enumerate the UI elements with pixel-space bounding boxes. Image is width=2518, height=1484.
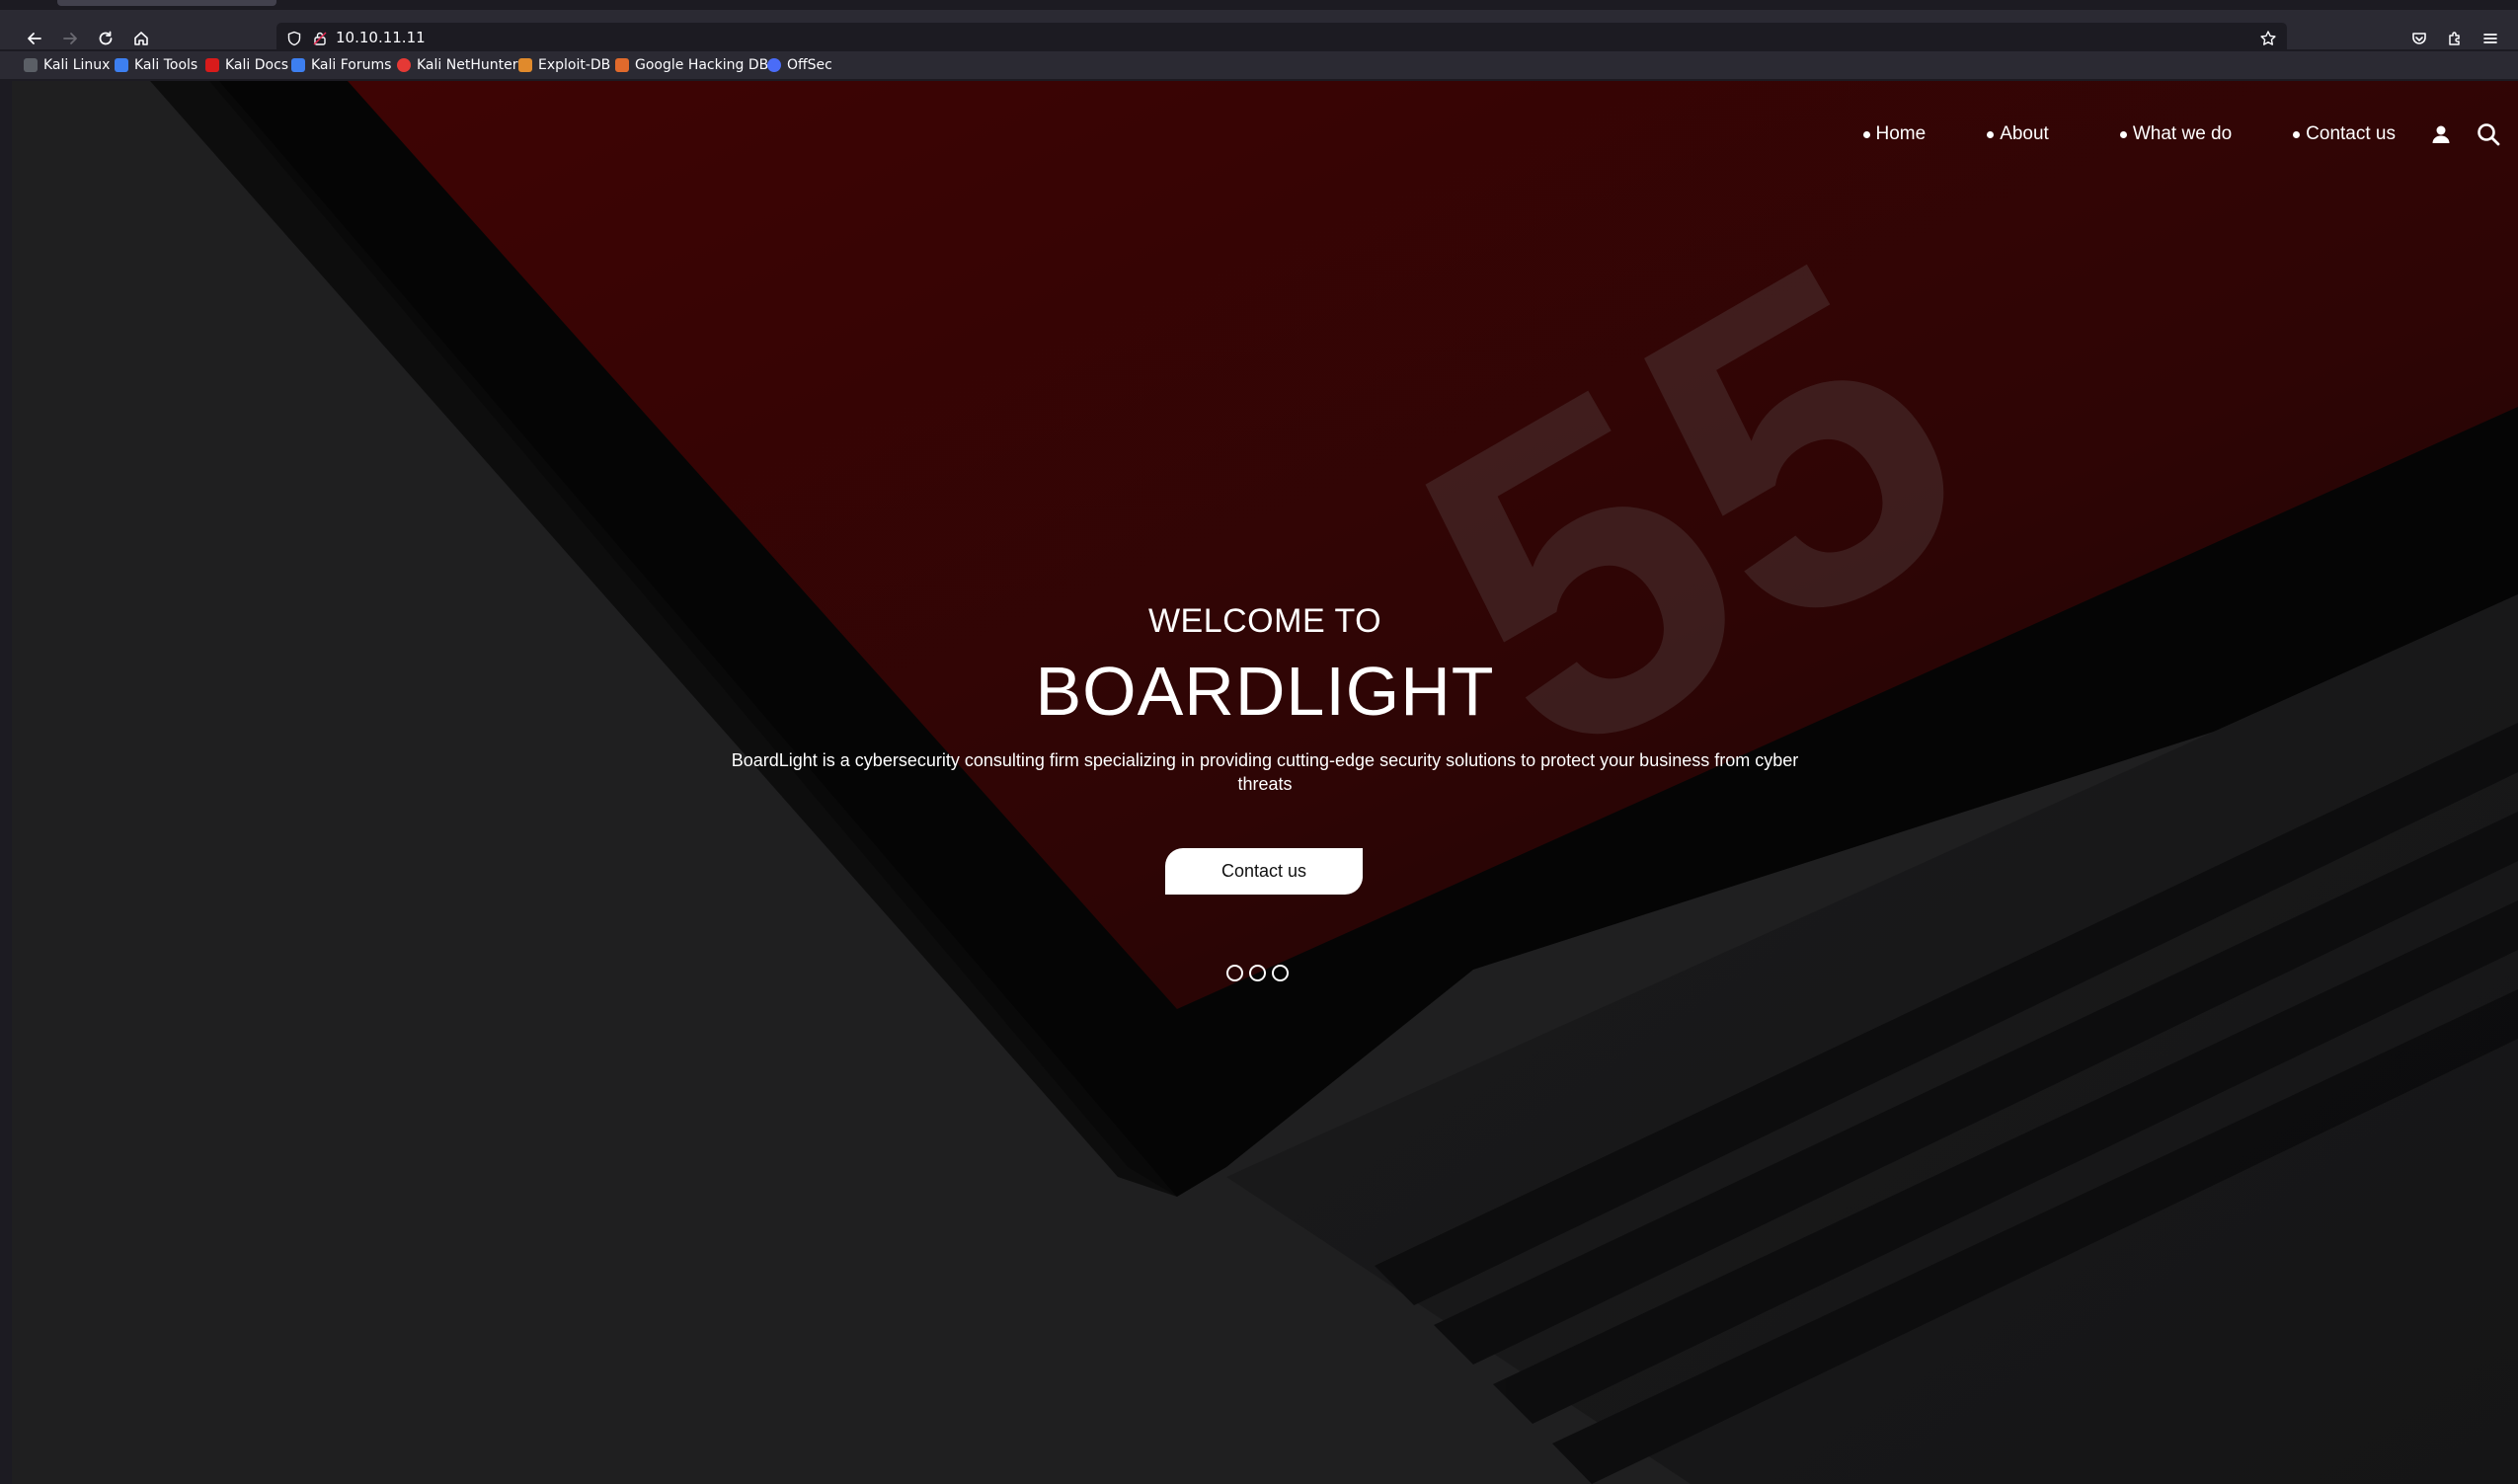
carousel-dot-1[interactable] [1226, 965, 1243, 981]
url-text[interactable]: 10.10.11.11 [336, 29, 426, 46]
nav-home-label: Home [1875, 123, 1927, 144]
extensions-button[interactable] [2442, 26, 2468, 51]
kali-tools-icon [115, 58, 128, 72]
nav-about-label: About [2000, 123, 2049, 144]
shield-icon[interactable] [286, 31, 302, 46]
bullet-icon [1987, 130, 1995, 138]
carousel-indicators [1226, 965, 1289, 981]
user-account-button[interactable] [2431, 124, 2451, 144]
pocket-button[interactable] [2406, 26, 2432, 51]
user-icon [2432, 125, 2450, 143]
kali-dragon-icon [24, 58, 38, 72]
bookmark-label: Exploit-DB [538, 57, 611, 73]
carousel-dot-2[interactable] [1249, 965, 1266, 981]
hero-welcome-text: WELCOME TO [1147, 602, 1382, 640]
forward-button[interactable] [57, 26, 83, 51]
forward-arrow-icon [63, 33, 77, 44]
nav-about[interactable]: About [1987, 123, 2049, 145]
back-arrow-icon [28, 33, 41, 44]
menu-button[interactable] [2478, 26, 2503, 51]
exploit-db-icon [518, 58, 532, 72]
nav-home[interactable]: Home [1862, 123, 1927, 145]
bookmark-offsec[interactable]: OffSec [767, 56, 832, 74]
browser-toolbar: 10.10.11.11 [0, 10, 2518, 54]
active-tab[interactable] [57, 0, 276, 6]
bullet-icon [1862, 130, 1870, 138]
bookmark-exploit-db[interactable]: Exploit-DB [518, 56, 610, 74]
reload-icon [99, 31, 113, 45]
bookmark-google-hacking-db[interactable]: Google Hacking DB [615, 56, 768, 74]
bookmark-label: Kali Linux [43, 57, 111, 73]
hero-tagline: BoardLight is a cybersecurity consulting… [731, 750, 1799, 794]
bookmark-kali-nethunter[interactable]: Kali NetHunter [397, 56, 517, 74]
offsec-icon [767, 58, 781, 72]
bookmark-kali-tools[interactable]: Kali Tools [115, 56, 197, 74]
lock-insecure-icon[interactable] [312, 31, 328, 46]
bookmark-label: OffSec [787, 57, 832, 73]
main-navigation: Home About What we do Contact us [1862, 115, 2518, 154]
search-icon [2478, 123, 2500, 146]
bookmarks-toolbar: Kali Linux Kali Tools Kali Docs Kali For… [0, 51, 2518, 79]
bookmark-label: Kali Docs [225, 57, 289, 73]
search-button[interactable] [2477, 122, 2500, 146]
carousel-dot-3[interactable] [1272, 965, 1289, 981]
nav-what-we-do-label: What we do [2132, 123, 2233, 144]
bookmark-label: Kali Tools [134, 57, 198, 73]
bookmark-star-icon[interactable] [2259, 30, 2277, 47]
nav-contact-us-label: Contact us [2306, 123, 2396, 144]
kali-forums-icon [291, 58, 305, 72]
puzzle-icon [2449, 32, 2460, 45]
url-bar[interactable]: 10.10.11.11 [276, 23, 2287, 54]
bookmark-kali-forums[interactable]: Kali Forums [291, 56, 391, 74]
bookmark-label: Kali NetHunter [417, 57, 518, 73]
webpage: 55 Home About What we do Contact us WELC… [12, 81, 2518, 1484]
tab-strip [0, 0, 2518, 10]
home-icon [134, 32, 148, 45]
home-button[interactable] [128, 26, 154, 51]
bookmark-kali-linux[interactable]: Kali Linux [24, 56, 110, 74]
bullet-icon [2119, 130, 2127, 138]
reload-button[interactable] [93, 26, 118, 51]
contact-us-button[interactable]: Contact us [1165, 848, 1363, 895]
nav-contact-us[interactable]: Contact us [2293, 123, 2396, 145]
bookmark-label: Google Hacking DB [635, 57, 769, 73]
nav-what-we-do[interactable]: What we do [2119, 123, 2233, 145]
bookmark-label: Kali Forums [311, 57, 392, 73]
bullet-icon [2293, 130, 2301, 138]
back-button[interactable] [22, 26, 47, 51]
hamburger-icon [2483, 34, 2497, 43]
pocket-icon [2412, 33, 2426, 44]
hero-brand-title: BOARDLIGHT [1035, 653, 1495, 730]
kali-nethunter-icon [397, 58, 411, 72]
ghdb-icon [615, 58, 629, 72]
bookmark-kali-docs[interactable]: Kali Docs [205, 56, 288, 74]
kali-docs-icon [205, 58, 219, 72]
